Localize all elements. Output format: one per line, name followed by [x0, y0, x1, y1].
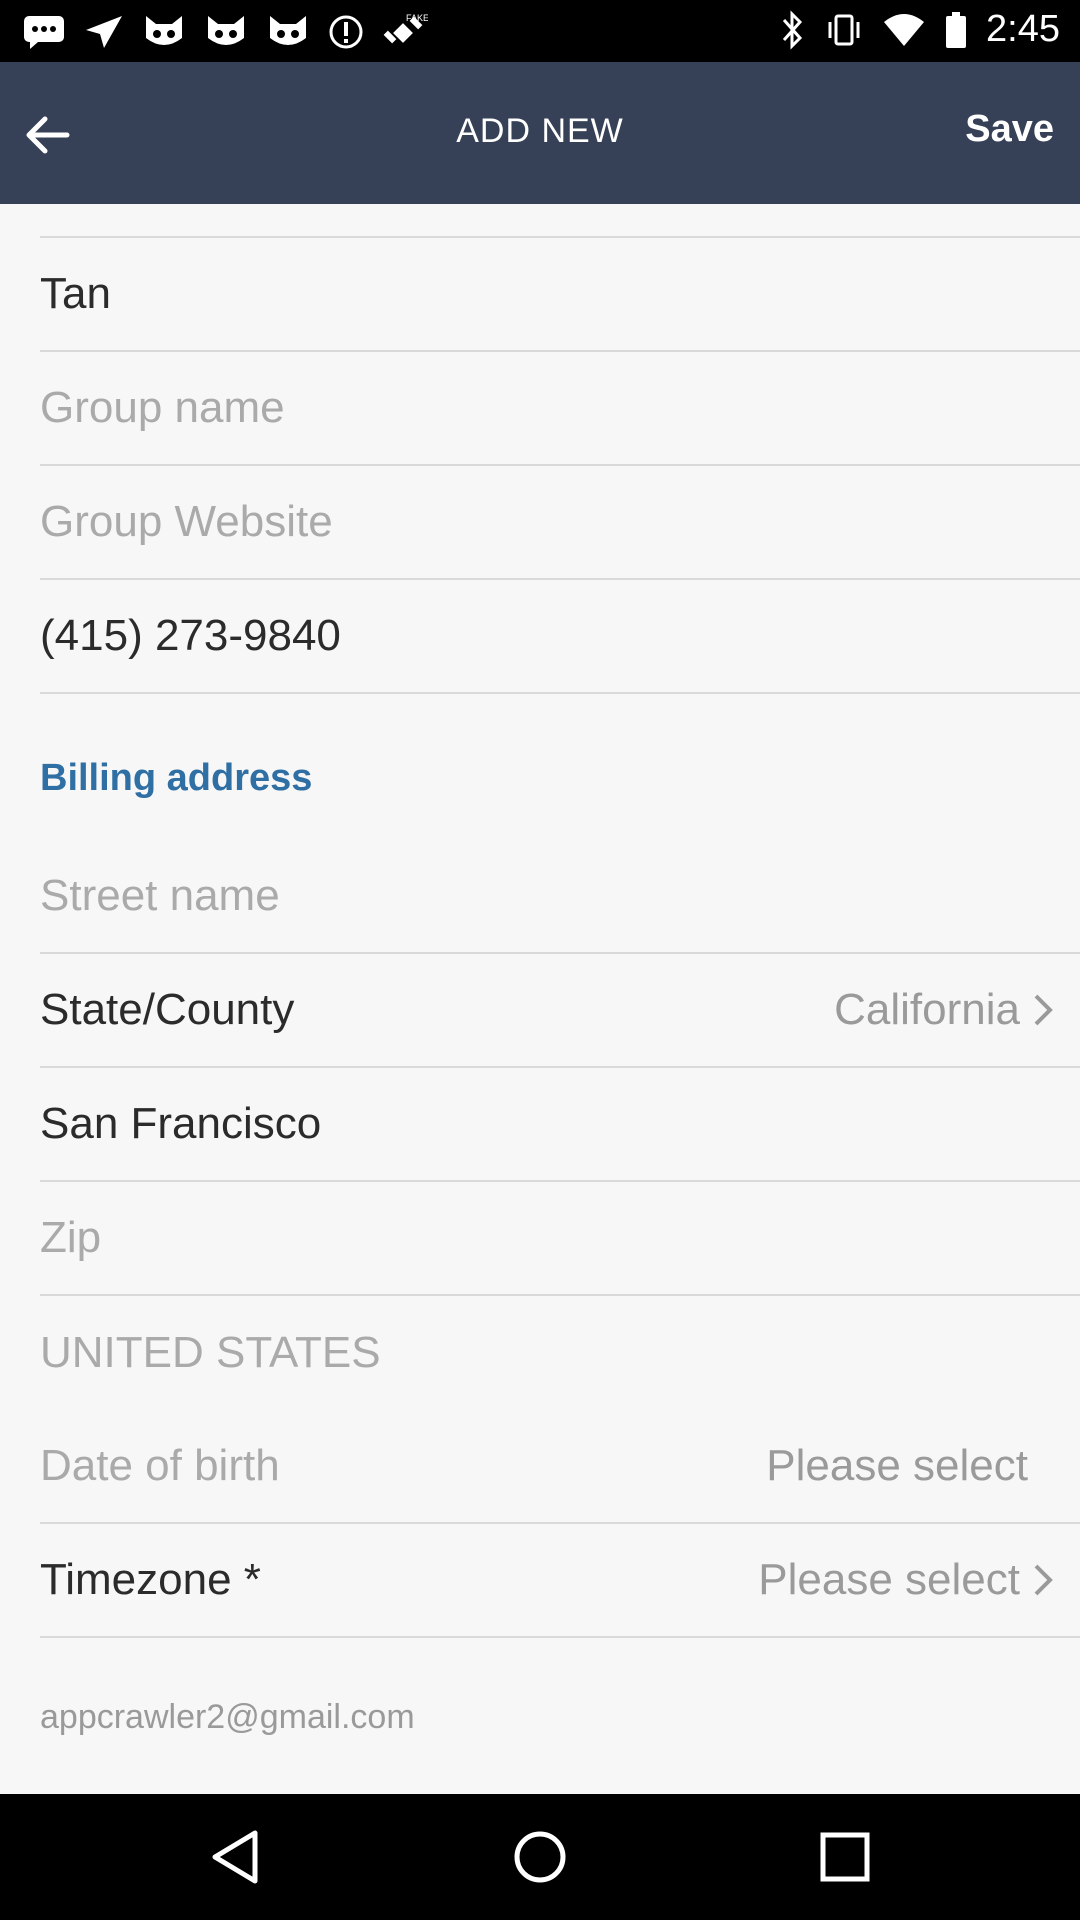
chat-icon — [22, 14, 66, 50]
chevron-right-icon — [1032, 992, 1054, 1028]
send-icon — [84, 14, 124, 50]
city-field[interactable]: San Francisco — [40, 1068, 1080, 1182]
recents-nav-button[interactable] — [810, 1822, 880, 1892]
street-name-field[interactable]: Street name — [40, 840, 1080, 954]
status-time: 2:45 — [986, 8, 1060, 50]
square-recents-icon — [820, 1832, 870, 1882]
fake-gps-icon: FAKE — [382, 12, 428, 52]
back-nav-button[interactable] — [200, 1822, 270, 1892]
form: Tan Group name Group Website (415) 273-9… — [0, 204, 1080, 1794]
notification-icons: FAKE — [22, 12, 428, 52]
last-name-value: Tan — [40, 269, 111, 318]
first-name-field[interactable] — [40, 204, 1080, 238]
system-icons: 2:45 — [780, 8, 1060, 51]
chevron-right-icon — [1032, 1562, 1054, 1598]
last-name-field[interactable]: Tan — [40, 238, 1080, 352]
timezone-row[interactable]: Timezone * Please select — [40, 1524, 1080, 1638]
cat-face-icon — [266, 12, 310, 52]
wifi-icon — [882, 12, 926, 48]
zip-field[interactable]: Zip — [40, 1182, 1080, 1296]
circle-home-icon — [514, 1831, 566, 1883]
state-value: California — [834, 985, 1020, 1034]
fake-label: FAKE — [406, 13, 428, 23]
billing-address-heading: Billing address — [40, 757, 313, 799]
status-bar: FAKE 2:45 — [0, 0, 1080, 62]
date-of-birth-row[interactable]: Date of birth Please select — [40, 1410, 1080, 1524]
country-row[interactable]: UNITED STATES — [40, 1296, 1080, 1410]
state-county-row[interactable]: State/County California — [40, 954, 1080, 1068]
account-email: appcrawler2@gmail.com — [40, 1698, 415, 1736]
cat-face-icon — [204, 12, 248, 52]
date-of-birth-selector[interactable]: Please select — [766, 1410, 1028, 1522]
street-name-placeholder: Street name — [40, 871, 280, 920]
vibrate-icon — [824, 10, 864, 50]
cat-face-icon — [142, 12, 186, 52]
bluetooth-icon — [780, 9, 806, 50]
phone-value: (415) 273-9840 — [40, 611, 341, 660]
group-website-placeholder: Group Website — [40, 497, 333, 546]
save-button[interactable]: Save — [965, 108, 1054, 151]
timezone-selector[interactable]: Please select — [758, 1524, 1054, 1636]
group-website-field[interactable]: Group Website — [40, 466, 1080, 580]
triangle-back-icon — [212, 1830, 258, 1884]
app-bar: ADD NEW Save — [0, 62, 1080, 204]
alert-circle-icon — [328, 14, 364, 50]
group-name-placeholder: Group name — [40, 383, 285, 432]
country-value: UNITED STATES — [40, 1328, 381, 1377]
timezone-label: Timezone * — [40, 1555, 261, 1604]
group-name-field[interactable]: Group name — [40, 352, 1080, 466]
phone-field[interactable]: (415) 273-9840 — [40, 580, 1080, 694]
city-value: San Francisco — [40, 1099, 322, 1148]
home-nav-button[interactable] — [505, 1822, 575, 1892]
date-of-birth-label: Date of birth — [40, 1441, 280, 1490]
state-county-label: State/County — [40, 985, 295, 1034]
state-county-selector[interactable]: California — [834, 954, 1054, 1066]
zip-placeholder: Zip — [40, 1213, 102, 1262]
timezone-value: Please select — [758, 1555, 1020, 1604]
battery-icon — [944, 10, 968, 50]
page-title: ADD NEW — [456, 112, 624, 150]
navigation-bar — [0, 1794, 1080, 1920]
date-of-birth-value: Please select — [766, 1441, 1028, 1490]
